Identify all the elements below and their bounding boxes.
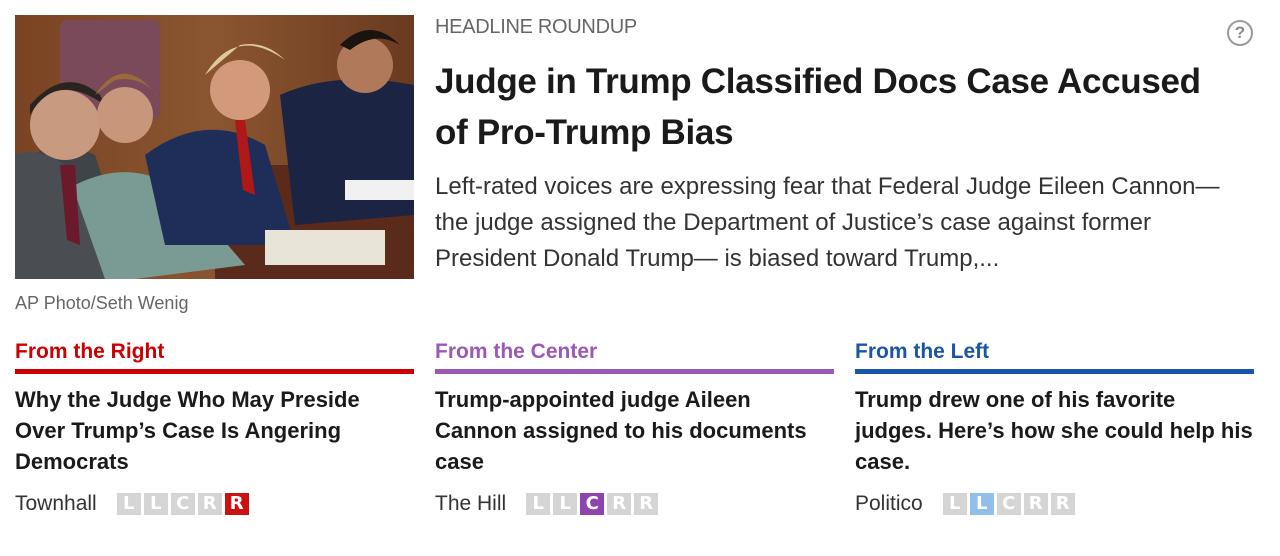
bias-l-icon: L: [969, 493, 994, 515]
bias-rating[interactable]: L L C R R: [526, 493, 659, 515]
column-divider: [15, 369, 414, 374]
photo-credit: AP Photo/Seth Wenig: [15, 293, 189, 313]
column-divider: [435, 369, 834, 374]
bias-c-icon: C: [170, 493, 195, 515]
bias-l-icon: L: [526, 493, 551, 515]
bias-l-icon: L: [553, 493, 578, 515]
bias-rating[interactable]: L L C R R: [942, 493, 1075, 515]
bias-c-icon: C: [996, 493, 1021, 515]
bias-r-icon: R: [1023, 493, 1048, 515]
bias-l-icon: L: [143, 493, 168, 515]
column-from-the-right: From the Right Why the Judge Who May Pre…: [15, 338, 415, 517]
bias-l-icon: L: [942, 493, 967, 515]
bias-r-icon: R: [607, 493, 632, 515]
article-title-link[interactable]: Trump-appointed judge Aileen Cannon assi…: [435, 384, 835, 477]
article-title-link[interactable]: Why the Judge Who May Preside Over Trump…: [15, 384, 415, 477]
article-photo[interactable]: [15, 15, 414, 279]
column-label[interactable]: From the Left: [855, 338, 1255, 366]
bias-r-icon: R: [197, 493, 222, 515]
column-from-the-left: From the Left Trump drew one of his favo…: [855, 338, 1255, 517]
column-label[interactable]: From the Center: [435, 338, 835, 366]
help-icon[interactable]: ?: [1227, 20, 1253, 46]
bias-r-icon: R: [634, 493, 659, 515]
source-name[interactable]: The Hill: [435, 492, 506, 516]
column-label[interactable]: From the Right: [15, 338, 415, 366]
headline[interactable]: Judge in Trump Classified Docs Case Accu…: [435, 56, 1235, 158]
bias-r-icon: R: [224, 493, 249, 515]
bias-c-icon: C: [580, 493, 605, 515]
bias-r-icon: R: [1050, 493, 1075, 515]
summary: Left-rated voices are expressing fear th…: [435, 173, 1220, 272]
column-divider: [855, 369, 1254, 374]
courtroom-photo: [15, 15, 414, 279]
section-kicker: HEADLINE ROUNDUP: [435, 16, 637, 38]
column-from-the-center: From the Center Trump-appointed judge Ai…: [435, 338, 835, 517]
source-name[interactable]: Politico: [855, 492, 923, 516]
bias-l-icon: L: [116, 493, 141, 515]
bias-rating[interactable]: L L C R R: [116, 493, 249, 515]
article-title-link[interactable]: Trump drew one of his favorite judges. H…: [855, 384, 1255, 477]
source-name[interactable]: Townhall: [15, 492, 97, 516]
